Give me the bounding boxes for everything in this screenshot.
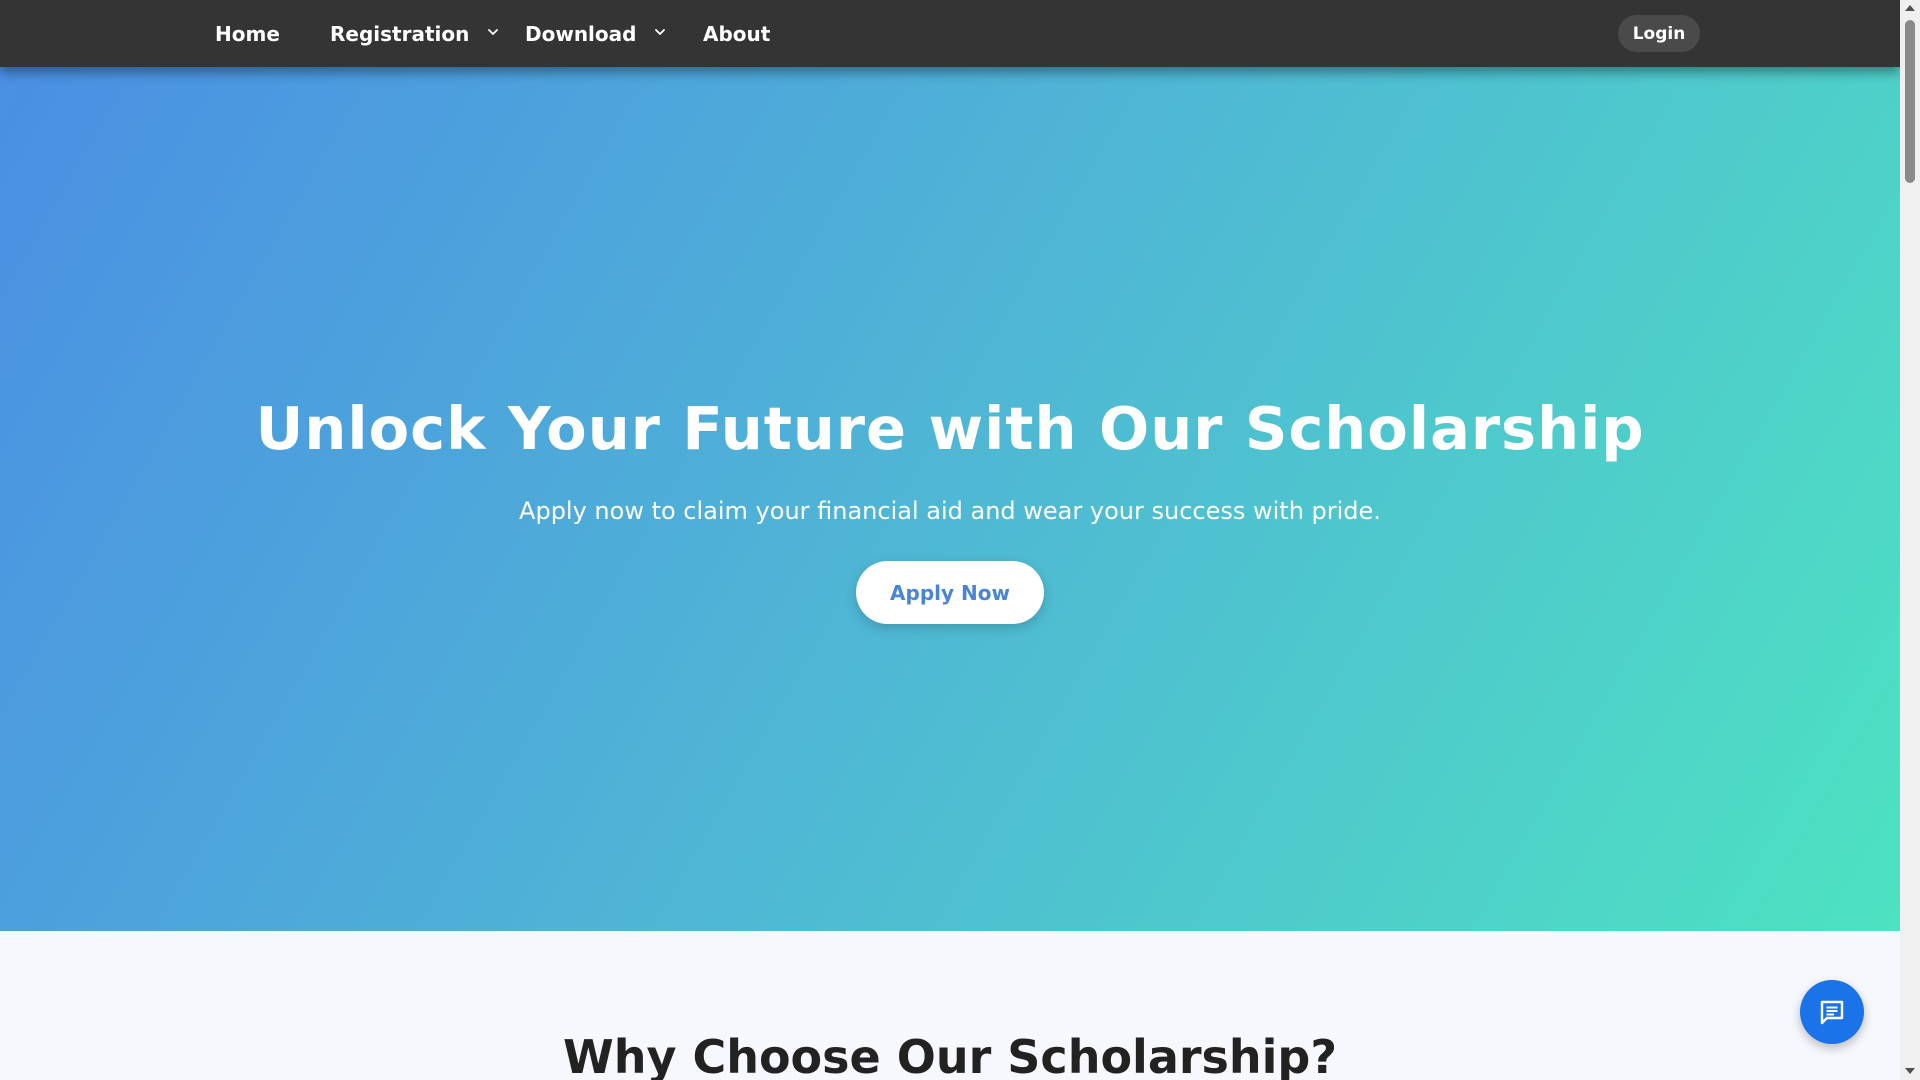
hero-subtitle: Apply now to claim your financial aid an…	[519, 497, 1381, 525]
page: Home Registration Download About Login U…	[0, 0, 1920, 1080]
chevron-down-icon	[488, 29, 499, 35]
nav-registration-dropdown[interactable]: Registration	[330, 0, 500, 67]
nav-home-label: Home	[215, 22, 280, 46]
nav-home-link[interactable]: Home	[215, 0, 280, 67]
vertical-scrollbar[interactable]	[1900, 0, 1920, 1080]
features-section-title: Why Choose Our Scholarship?	[562, 1030, 1338, 1080]
top-navbar: Home Registration Download About Login	[0, 0, 1900, 67]
scrollbar-thumb[interactable]	[1905, 20, 1915, 183]
nav-download-label: Download	[525, 22, 637, 46]
nav-about-label: About	[703, 22, 771, 46]
hero-section: Unlock Your Future with Our Scholarship …	[0, 67, 1900, 931]
nav-registration-label: Registration	[330, 22, 470, 46]
page-content: Home Registration Download About Login U…	[0, 0, 1900, 1080]
chevron-down-icon	[655, 29, 666, 35]
scroll-down-arrow-icon[interactable]	[1900, 1063, 1920, 1080]
apply-now-button[interactable]: Apply Now	[856, 561, 1044, 624]
scroll-up-arrow-icon[interactable]	[1900, 0, 1920, 17]
nav-about-link[interactable]: About	[703, 0, 770, 67]
nav-download-dropdown[interactable]: Download	[525, 0, 667, 67]
hero-title: Unlock Your Future with Our Scholarship	[255, 394, 1645, 463]
login-button[interactable]: Login	[1618, 15, 1700, 52]
chat-icon	[1820, 1000, 1844, 1025]
chat-button[interactable]	[1800, 980, 1864, 1044]
